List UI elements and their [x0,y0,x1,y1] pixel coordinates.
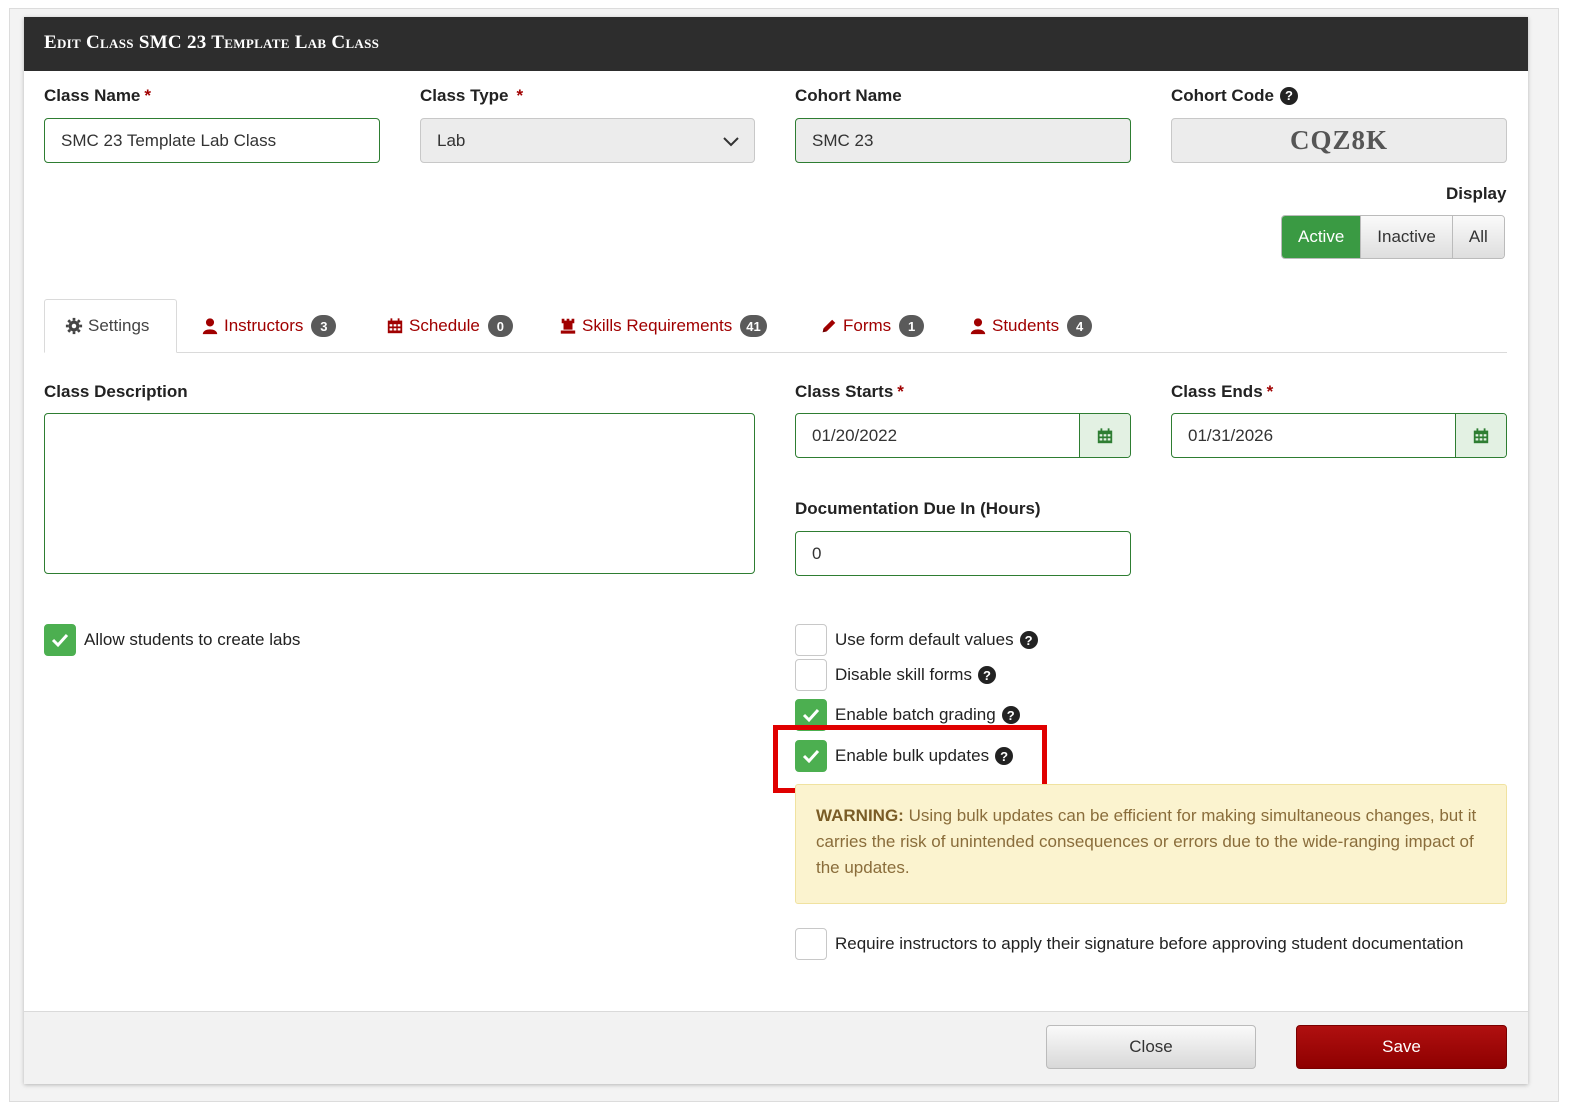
tab-settings[interactable]: Settings [44,299,178,353]
enable-batch-grading-label: Enable batch grading [835,705,996,724]
documentation-due-value: 0 [812,543,822,563]
tab-forms-label: Forms [843,316,892,335]
tab-schedule[interactable]: Schedule 0 [386,299,513,353]
class-starts-value: 01/20/2022 [812,425,898,445]
calendar-icon [387,318,403,334]
user-icon [202,318,218,335]
use-form-defaults-label: Use form default values [835,630,1014,649]
require-signature-checkbox[interactable] [795,928,827,960]
question-circle-icon[interactable]: ? [1019,631,1038,649]
cohort-code-label: Cohort Code? [1171,86,1298,106]
question-circle-icon[interactable]: ? [977,666,996,684]
close-button[interactable]: Close [1046,1025,1256,1069]
check-icon [802,708,820,723]
schedule-count-badge: 0 [487,315,513,337]
calendar-icon [1473,427,1489,443]
display-toggle: Active Inactive All [1281,215,1505,259]
display-inactive-button[interactable]: Inactive [1360,216,1452,258]
question-circle-icon[interactable]: ? [1001,706,1020,724]
warning-prefix: WARNING: [816,806,904,825]
class-starts-label: Class Starts * [795,382,904,401]
class-description-label: Class Description [44,382,188,401]
tab-instructors-label: Instructors [224,316,304,335]
require-signature-row: Require instructors to apply their signa… [795,928,1463,960]
tab-settings-label: Settings [88,316,150,335]
cohort-name-input[interactable]: SMC 23 [795,118,1131,163]
use-form-defaults-checkbox[interactable] [795,624,827,656]
cohort-name-label: Cohort Name [795,86,902,105]
gear-icon [65,317,83,335]
display-all-button[interactable]: All [1451,216,1504,258]
question-circle-icon[interactable]: ? [1279,86,1298,105]
class-ends-value: 01/31/2026 [1188,425,1274,445]
forms-count-badge: 1 [899,315,925,337]
display-label: Display [1446,184,1507,203]
use-form-defaults-row: Use form default values ? [795,624,1038,656]
tab-students-label: Students [992,316,1060,335]
documentation-due-input[interactable]: 0 [795,531,1131,576]
class-ends-label: Class Ends * [1171,382,1274,401]
bulk-updates-highlight-box [773,725,1047,793]
allow-students-create-labs-label: Allow students to create labs [84,630,301,649]
modal-header: Edit Class SMC 23 Template Lab Class [24,17,1528,71]
class-starts-calendar-button[interactable] [1079,414,1130,457]
students-count-badge: 4 [1067,315,1093,337]
class-type-label: Class Type * [420,86,524,105]
pencil-icon [822,319,836,333]
tab-students[interactable]: Students 4 [969,299,1093,353]
chevron-down-icon [723,137,739,147]
class-name-value: SMC 23 Template Lab Class [61,130,277,150]
class-starts-input[interactable]: 01/20/2022 [795,413,1131,458]
warning-text: Using bulk updates can be efficient for … [816,806,1477,877]
cohort-name-value: SMC 23 [812,130,874,150]
save-button[interactable]: Save [1296,1025,1507,1069]
tab-forms[interactable]: Forms 1 [820,299,925,353]
class-ends-calendar-button[interactable] [1455,414,1506,457]
class-name-input[interactable]: SMC 23 Template Lab Class [44,118,380,163]
require-signature-label: Require instructors to apply their signa… [835,934,1464,953]
cohort-code-field: CQZ8K [1171,118,1507,163]
check-icon [51,633,69,648]
class-type-value: Lab [437,130,466,150]
disable-skill-forms-label: Disable skill forms [835,665,972,684]
user-icon [970,318,986,335]
modal-title: Edit Class SMC 23 Template Lab Class [44,32,380,53]
class-description-textarea[interactable] [44,413,755,574]
class-type-select[interactable]: Lab [420,118,755,163]
tab-schedule-label: Schedule [409,316,480,335]
edit-class-modal: Edit Class SMC 23 Template Lab Class Cla… [24,17,1528,1084]
bulk-updates-warning: WARNING: Using bulk updates can be effic… [795,784,1507,904]
allow-students-create-labs-checkbox[interactable] [44,624,76,656]
documentation-due-label: Documentation Due In (Hours) [795,499,1041,518]
tab-skills-requirements-label: Skills Requirements [582,316,733,335]
cohort-code-value: CQZ8K [1289,125,1388,155]
tab-skills-requirements[interactable]: Skills Requirements 41 [559,299,767,353]
skills-count-badge: 41 [740,315,767,337]
tab-instructors[interactable]: Instructors 3 [201,299,337,353]
allow-students-create-labs-row: Allow students to create labs [44,624,300,656]
display-active-button[interactable]: Active [1282,216,1361,258]
chess-rook-icon [560,318,576,334]
disable-skill-forms-checkbox[interactable] [795,659,827,691]
disable-skill-forms-row: Disable skill forms ? [795,659,996,691]
instructors-count-badge: 3 [311,315,337,337]
calendar-icon [1097,427,1113,443]
class-ends-input[interactable]: 01/31/2026 [1171,413,1507,458]
class-name-label: Class Name * [44,86,152,105]
